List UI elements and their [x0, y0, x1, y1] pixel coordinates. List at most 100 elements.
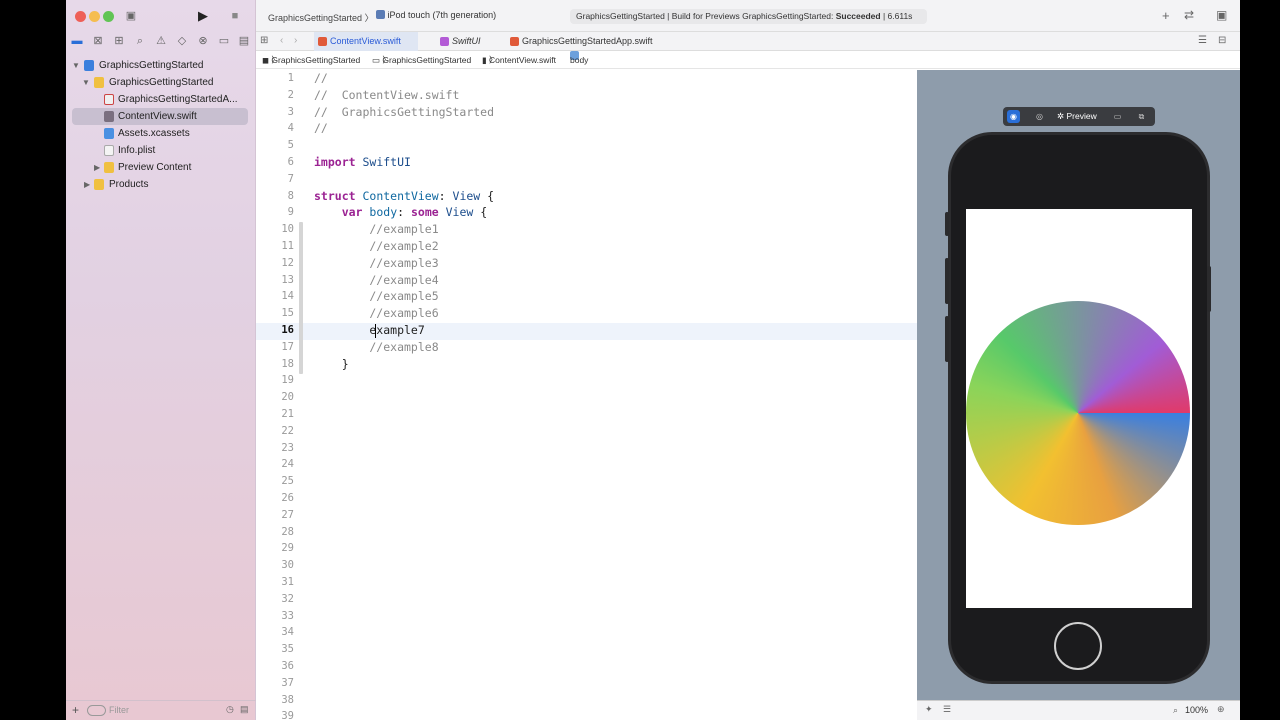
- back-icon[interactable]: ‹: [280, 35, 283, 46]
- duplicate-preview-icon[interactable]: ⧉: [1135, 110, 1148, 123]
- variants-icon[interactable]: ☰: [943, 704, 951, 715]
- recent-files-icon[interactable]: ◷: [226, 704, 234, 715]
- report-navigator-icon[interactable]: ▤: [236, 33, 252, 49]
- add-icon[interactable]: +: [72, 703, 79, 717]
- tree-item-file[interactable]: GraphicsGettingStartedA...: [92, 91, 252, 108]
- tree-item-file-selected[interactable]: ContentView.swift: [72, 108, 248, 125]
- stop-button-icon[interactable]: ■: [227, 8, 243, 24]
- close-window-button[interactable]: [75, 11, 86, 22]
- change-bar: [299, 332, 303, 366]
- filter-input[interactable]: Filter: [109, 705, 129, 715]
- line-number: 13: [281, 273, 294, 286]
- selectable-mode-icon[interactable]: ◎: [1033, 110, 1046, 123]
- scheme-selector[interactable]: GraphicsGettingStarted 〉: [268, 11, 374, 24]
- xcode-window: ▣ ▶ ■ ▬ ⊠ ⊞ ⌕ ⚠ ◇ ⊗ ▭ ▤ ▼ GraphicsGettin…: [66, 0, 1240, 720]
- chevron-right-icon[interactable]: ▶: [94, 159, 100, 176]
- jump-label: ContentView.swift: [489, 55, 556, 65]
- code-line[interactable]: //example8: [314, 339, 438, 356]
- line-number: 25: [281, 475, 294, 488]
- filter-options-icon[interactable]: [87, 705, 106, 716]
- project-navigator-icon[interactable]: ▬: [69, 33, 85, 49]
- code-line[interactable]: // ContentView.swift: [314, 87, 459, 104]
- jump-item-file[interactable]: ▮ ContentView.swift 〉: [482, 51, 556, 69]
- inspector-toggle-icon[interactable]: ▣: [1216, 8, 1227, 22]
- jump-item-folder[interactable]: ▭ GraphicsGettingStarted 〉: [372, 51, 471, 69]
- minimize-window-button[interactable]: [89, 11, 100, 22]
- chevron-down-icon[interactable]: ▼: [82, 74, 90, 91]
- preview-label-wrap[interactable]: ✲ Preview: [1057, 111, 1097, 122]
- pin-icon[interactable]: ✦: [925, 704, 933, 715]
- grid-icon[interactable]: ⊞: [260, 35, 268, 46]
- line-number: 32: [281, 592, 294, 605]
- editor-options-icon[interactable]: ☰: [1198, 35, 1207, 46]
- line-number: 26: [281, 492, 294, 504]
- source-editor[interactable]: 1 2 3 4 5 6 7 8 9 10 11 12 13 14 15 16 17 18 19 20 21 22 23 24 2…: [256, 70, 917, 720]
- folder-icon: [94, 179, 104, 190]
- add-library-icon[interactable]: +: [1162, 8, 1170, 23]
- zoom-level[interactable]: 100%: [1185, 705, 1208, 715]
- jump-item-project[interactable]: ◼ GraphicsGettingStarted 〉: [262, 51, 360, 69]
- angular-gradient-circle: [966, 301, 1190, 525]
- code-line[interactable]: }: [314, 356, 349, 373]
- tree-item-file[interactable]: Assets.xcassets: [92, 125, 252, 142]
- zoom-in-icon[interactable]: ⊕: [1217, 704, 1225, 715]
- code-line[interactable]: // GraphicsGettingStarted: [314, 104, 494, 121]
- destination-selector[interactable]: iPod touch (7th generation): [376, 10, 496, 20]
- code-line[interactable]: //: [314, 70, 328, 87]
- navigator-filter-bar: + Filter ◷ ▤: [66, 700, 256, 720]
- chevron-right-icon[interactable]: ▶: [84, 176, 90, 193]
- split-editor-icon[interactable]: ⊟: [1218, 35, 1226, 46]
- line-number: 14: [281, 290, 294, 303]
- line-number: 30: [281, 559, 294, 572]
- tree-item-file[interactable]: Info.plist: [92, 142, 252, 159]
- symbol-navigator-icon[interactable]: ⊞: [111, 33, 127, 49]
- code-line[interactable]: example7: [314, 322, 424, 339]
- breakpoint-navigator-icon[interactable]: ▭: [216, 33, 232, 49]
- live-preview-icon[interactable]: ◉: [1007, 110, 1020, 123]
- source-control-icon[interactable]: ⊠: [90, 33, 106, 49]
- power-button: [1207, 266, 1211, 312]
- code-line[interactable]: //example6: [314, 305, 438, 322]
- sidebar-toggle-icon[interactable]: ▣: [123, 8, 139, 24]
- forward-icon[interactable]: ›: [294, 35, 297, 46]
- code-line[interactable]: //: [314, 120, 328, 137]
- run-button-icon[interactable]: ▶: [195, 8, 211, 24]
- line-number: 16: [281, 324, 294, 336]
- find-navigator-icon[interactable]: ⌕: [132, 33, 148, 49]
- line-number: 6: [287, 156, 294, 168]
- device-screen: [966, 209, 1192, 608]
- code-line[interactable]: //example5: [314, 288, 438, 305]
- code-line[interactable]: var body: some View {: [314, 204, 487, 221]
- code-line[interactable]: import SwiftUI: [314, 154, 411, 171]
- tree-item-group[interactable]: ▶ Products: [82, 176, 252, 193]
- code-line[interactable]: //example3: [314, 255, 438, 272]
- debug-navigator-icon[interactable]: ⊗: [195, 33, 211, 49]
- tree-item-group[interactable]: ▼ GraphicsGettingStarted: [82, 74, 252, 91]
- chevron-down-icon[interactable]: ▼: [72, 57, 80, 74]
- zoom-out-icon[interactable]: ⌕: [1173, 705, 1178, 716]
- issue-navigator-icon[interactable]: ⚠: [153, 33, 169, 49]
- code-review-icon[interactable]: ⇄: [1184, 8, 1194, 22]
- destination-label: iPod touch (7th generation): [387, 10, 497, 20]
- device-settings-icon[interactable]: ▭: [1111, 110, 1124, 123]
- scm-filter-icon[interactable]: ▤: [240, 704, 249, 715]
- zoom-window-button[interactable]: [103, 11, 114, 22]
- tab-swiftui[interactable]: SwiftUI: [436, 32, 496, 51]
- tree-item-label: GraphicsGettingStarted: [109, 77, 214, 88]
- line-number: 33: [281, 609, 294, 622]
- line-number: 29: [281, 542, 294, 555]
- tab-contentview[interactable]: ContentView.swift: [314, 32, 418, 51]
- project-icon: [84, 60, 94, 71]
- line-number: 2: [287, 88, 294, 101]
- tab-app[interactable]: GraphicsGettingStartedApp.swift: [506, 32, 666, 51]
- tree-item-label: GraphicsGettingStartedA...: [118, 94, 238, 105]
- line-number: 7: [287, 172, 294, 185]
- tree-item-project[interactable]: ▼ GraphicsGettingStarted: [72, 57, 252, 74]
- folder-icon: [104, 162, 114, 173]
- code-line[interactable]: //example2: [314, 238, 438, 255]
- code-line[interactable]: //example1: [314, 221, 438, 238]
- test-navigator-icon[interactable]: ◇: [174, 33, 190, 49]
- code-line[interactable]: struct ContentView: View {: [314, 188, 494, 205]
- code-line[interactable]: //example4: [314, 272, 438, 289]
- tree-item-group[interactable]: ▶ Preview Content: [92, 159, 252, 176]
